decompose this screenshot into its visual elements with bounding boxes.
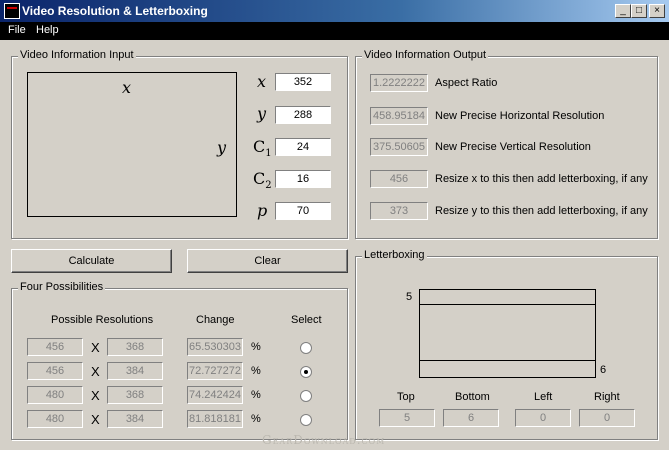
letterbox-bottom-bar: [419, 360, 596, 361]
letterbox-top-marker: 5: [406, 291, 413, 303]
c2-input[interactable]: 16: [275, 170, 331, 188]
row4-height-field: 384: [107, 410, 163, 428]
title-bar: Video Resolution & Letterboxing _ □ ×: [0, 0, 669, 22]
resize-x-label: Resize x to this then add letterboxing, …: [435, 173, 648, 185]
row1-width-field: 456: [27, 338, 83, 356]
resize-y-field: 373: [370, 202, 428, 220]
minimize-button[interactable]: _: [615, 4, 631, 18]
row4-select-radio[interactable]: [300, 414, 312, 426]
row3-times-sign: X: [91, 388, 100, 403]
vertical-resolution-label: New Precise Vertical Resolution: [435, 141, 591, 153]
c1-input[interactable]: 24: [275, 138, 331, 156]
row1-percent-sign: %: [251, 341, 261, 353]
aspect-ratio-label: Aspect Ratio: [435, 77, 498, 89]
row3-percent-sign: %: [251, 389, 261, 401]
top-field: 5: [379, 409, 435, 427]
row2-select-radio[interactable]: [300, 366, 312, 378]
row3-width-field: 480: [27, 386, 83, 404]
y-label: y: [257, 104, 267, 123]
row1-times-sign: X: [91, 340, 100, 355]
window-title: Video Resolution & Letterboxing: [22, 4, 208, 18]
col-resolutions-header: Possible Resolutions: [51, 314, 154, 326]
x-label: x: [257, 72, 267, 91]
bottom-field: 6: [443, 409, 499, 427]
menu-file[interactable]: File: [8, 24, 26, 36]
c2-label: C2: [253, 169, 272, 192]
watermark: GearDownload.com: [262, 433, 386, 447]
row4-change-field: 81.818181: [187, 410, 243, 428]
row2-times-sign: X: [91, 364, 100, 379]
menu-bar: File Help: [0, 22, 669, 40]
row4-percent-sign: %: [251, 413, 261, 425]
letterbox-top-bar: [419, 304, 596, 305]
row2-percent-sign: %: [251, 365, 261, 377]
resize-y-label: Resize y to this then add letterboxing, …: [435, 205, 648, 217]
row1-change-field: 65.530303: [187, 338, 243, 356]
c1-subscript: 1: [265, 148, 272, 160]
aspect-ratio-field: 1.2222222: [370, 74, 428, 92]
row4-times-sign: X: [91, 412, 100, 427]
col-select-header: Select: [291, 314, 322, 326]
left-field: 0: [515, 409, 571, 427]
maximize-button[interactable]: □: [631, 4, 647, 18]
row4-width-field: 480: [27, 410, 83, 428]
x-input[interactable]: 352: [275, 73, 331, 91]
left-label: Left: [534, 391, 553, 403]
horizontal-resolution-label: New Precise Horizontal Resolution: [435, 110, 605, 122]
top-label: Top: [397, 391, 415, 403]
c1-label: C1: [253, 137, 272, 160]
col-change-header: Change: [196, 314, 235, 326]
row2-change-field: 72.727272: [187, 362, 243, 380]
output-group-label: Video Information Output: [362, 49, 489, 61]
input-group-label: Video Information Input: [18, 49, 136, 61]
row3-height-field: 368: [107, 386, 163, 404]
y-input[interactable]: 288: [275, 106, 331, 124]
c2-subscript: 2: [265, 180, 272, 192]
close-button[interactable]: ×: [649, 4, 665, 18]
p-input[interactable]: 70: [275, 202, 331, 220]
horizontal-resolution-field: 458.95184: [370, 107, 428, 125]
preview-frame: [27, 72, 237, 217]
row2-width-field: 456: [27, 362, 83, 380]
row3-change-field: 74.242424: [187, 386, 243, 404]
row2-height-field: 384: [107, 362, 163, 380]
row1-height-field: 368: [107, 338, 163, 356]
row1-select-radio[interactable]: [300, 342, 312, 354]
row3-select-radio[interactable]: [300, 390, 312, 402]
clear-button[interactable]: Clear: [187, 249, 348, 273]
letterboxing-group-label: Letterboxing: [362, 249, 427, 261]
preview-x-label: x: [122, 78, 132, 97]
calculate-button[interactable]: Calculate: [11, 249, 172, 273]
bottom-label: Bottom: [455, 391, 490, 403]
letterbox-bottom-marker: 6: [600, 364, 607, 376]
right-label: Right: [594, 391, 620, 403]
preview-y-label: y: [217, 138, 227, 157]
right-field: 0: [579, 409, 635, 427]
possibilities-group-label: Four Possibilities: [18, 281, 106, 293]
letterbox-frame: [419, 289, 596, 378]
resize-x-field: 456: [370, 170, 428, 188]
p-label: p: [257, 201, 268, 220]
app-icon: [4, 3, 20, 19]
menu-help[interactable]: Help: [36, 24, 59, 36]
vertical-resolution-field: 375.50605: [370, 138, 428, 156]
